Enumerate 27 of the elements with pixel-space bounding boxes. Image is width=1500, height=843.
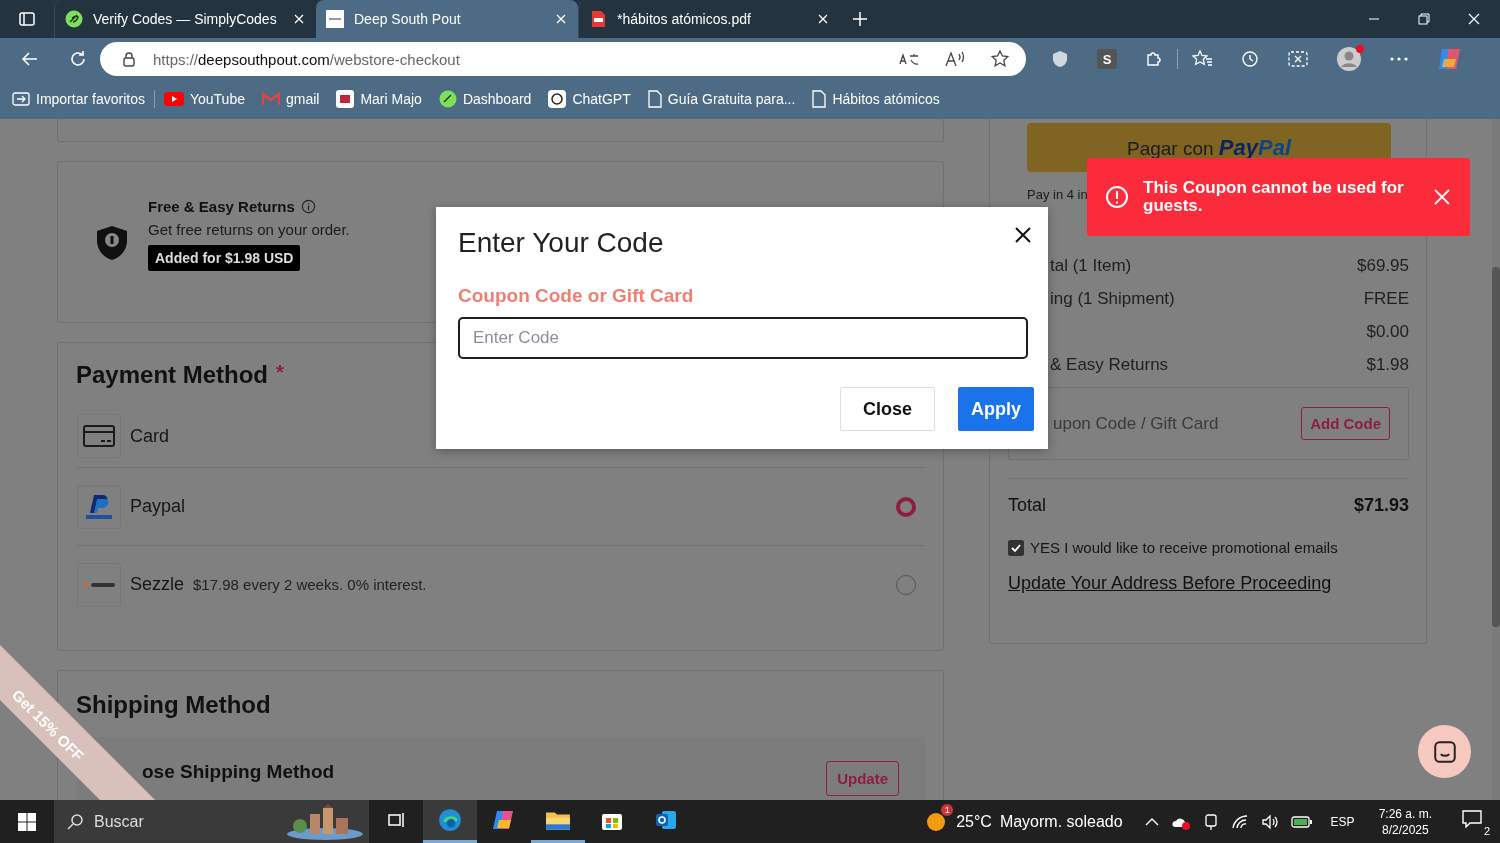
summary-label: tal (1 Item) <box>1050 255 1132 276</box>
summary-value: $0.00 <box>1366 321 1409 342</box>
payment-label: Sezzle <box>130 574 185 595</box>
weather-condition-text: Mayorm. soleado <box>999 812 1123 831</box>
alert-count-badge: 1 <box>941 803 954 816</box>
required-mark: * <box>276 361 284 385</box>
payment-note: $17.98 every 2 weeks. 0% interest. <box>193 576 427 593</box>
checkbox-label: YES I would like to receive promotional emails <box>1030 539 1338 556</box>
summary-label: ing (1 Shipment) <box>1050 288 1175 309</box>
summary-value: FREE <box>1363 288 1409 309</box>
pay-in-4-text: Pay in 4 in <box>1027 187 1088 202</box>
added-badge: Added for $1.98 USD <box>148 245 301 271</box>
section-title: Payment Method <box>76 361 269 389</box>
returns-description: Get free returns on your order. <box>148 221 350 238</box>
error-message: This Coupon cannot be used for guests. <box>1143 179 1405 215</box>
total-value: $71.93 <box>1353 495 1409 516</box>
payment-label: Card <box>130 425 169 447</box>
summary-value: $1.98 <box>1366 354 1409 375</box>
temperature-text: 25°C <box>956 812 992 831</box>
payment-label: Paypal <box>130 496 186 517</box>
field-label: Coupon Code or Gift Card <box>458 285 695 307</box>
total-label: Total <box>1008 495 1047 516</box>
summary-label: & Easy Returns <box>1050 354 1169 375</box>
summary-value: $69.95 <box>1357 255 1409 276</box>
url-text: https://deepsouthpout.com/webstore-checkout <box>153 50 461 68</box>
dialog-title: Enter Your Code <box>458 227 664 259</box>
returns-title: Free & Easy Returns <box>148 198 295 215</box>
